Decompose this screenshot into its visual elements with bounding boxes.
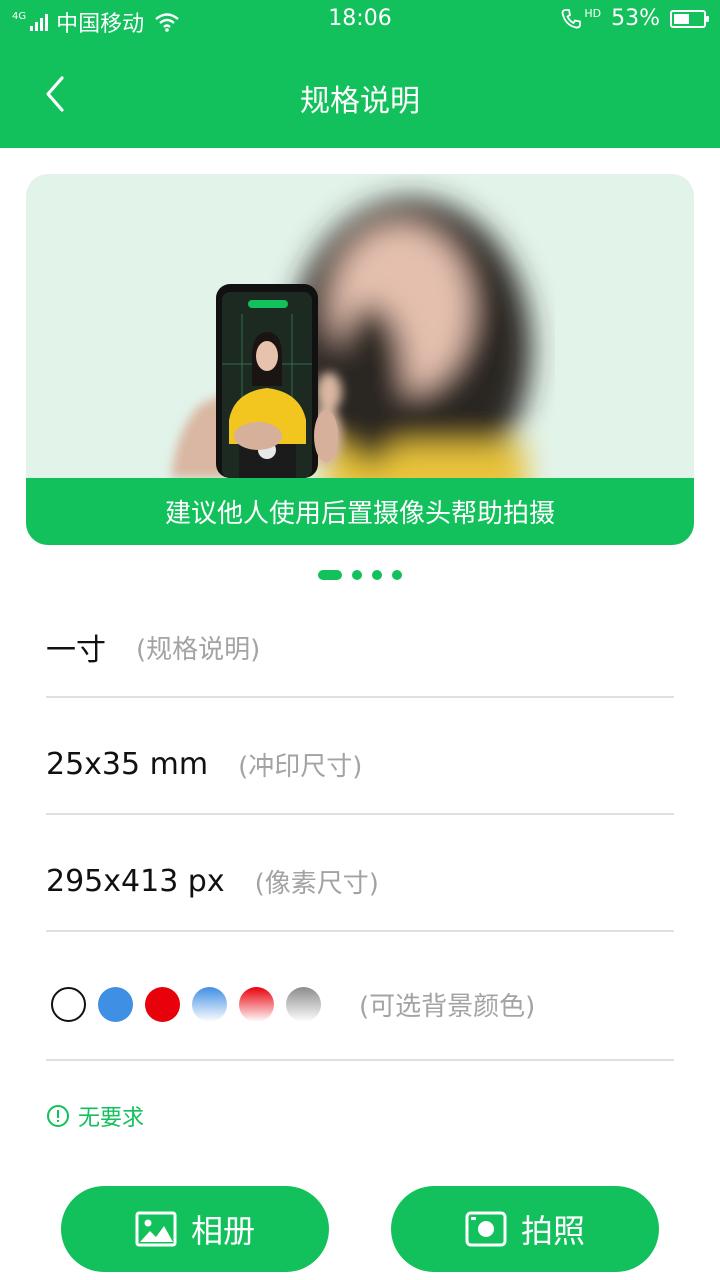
camera-icon (465, 1211, 507, 1247)
swatch-red-gradient (239, 987, 274, 1022)
carousel-dot[interactable] (372, 570, 382, 580)
banner-carousel[interactable]: 建议他人使用后置摄像头帮助拍摄 (26, 174, 694, 545)
album-label: 相册 (190, 1212, 255, 1250)
banner-illustration (171, 199, 531, 478)
carousel-dot[interactable] (352, 570, 362, 580)
spec-row-bg-colors: (可选背景颜色) (46, 950, 674, 1061)
pixel-size-note: (像素尺寸) (254, 868, 379, 899)
hd-label: HD (584, 7, 602, 20)
spec-row-print-size: 25x35 mm (冲印尺寸) (46, 715, 674, 815)
swatch-white (51, 987, 86, 1022)
spec-row-size-name: 一寸 (规格说明) (46, 598, 674, 698)
carousel-dot-active[interactable] (318, 570, 342, 580)
size-name-note: (规格说明) (136, 634, 261, 665)
bg-colors-note: (可选背景颜色) (359, 992, 536, 1022)
take-photo-label: 拍照 (520, 1212, 585, 1250)
size-name: 一寸 (46, 633, 106, 668)
carousel-indicator (318, 570, 402, 580)
take-photo-button[interactable]: 拍照 (391, 1186, 659, 1272)
image-icon (135, 1211, 177, 1247)
requirement-note: 无要求 (46, 1100, 144, 1132)
print-size-note: (冲印尺寸) (238, 751, 363, 782)
swatch-blue (98, 987, 133, 1022)
status-bar: 4G 中国移动 18:06 HD 53% (0, 0, 720, 40)
page-title: 规格说明 (300, 84, 420, 119)
swatch-red (145, 987, 180, 1022)
hd-call-icon: HD (560, 7, 602, 30)
battery-icon (670, 9, 709, 28)
swatch-blue-gradient (192, 987, 227, 1022)
carousel-dot[interactable] (392, 570, 402, 580)
banner-caption: 建议他人使用后置摄像头帮助拍摄 (26, 478, 694, 545)
bg-color-swatches (51, 987, 321, 1022)
pixel-size: 295x413 px (46, 863, 225, 899)
spec-row-pixel-size: 295x413 px (像素尺寸) (46, 832, 674, 932)
print-size: 25x35 mm (46, 746, 209, 782)
swatch-gray-gradient (286, 987, 321, 1022)
app-root: 4G 中国移动 18:06 HD 53% 规格说明 建议他人使用后置摄像头帮助拍… (0, 0, 720, 1280)
battery-percent: 53% (611, 6, 660, 31)
battery-fill (674, 13, 689, 24)
album-button[interactable]: 相册 (61, 1186, 329, 1272)
nav-header: 规格说明 (0, 40, 720, 148)
requirement-text: 无要求 (78, 1106, 145, 1131)
status-right: HD 53% (560, 6, 709, 31)
info-icon (47, 1105, 69, 1127)
